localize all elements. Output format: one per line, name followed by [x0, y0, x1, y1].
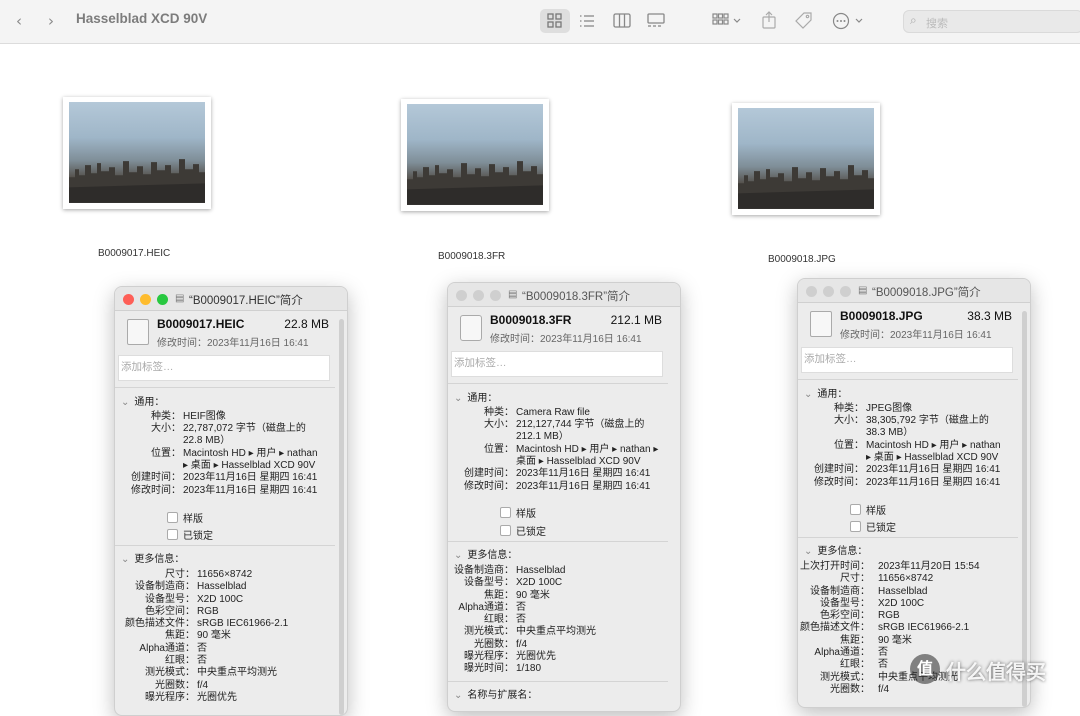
finder-toolbar: ‹ › Hasselblad XCD 90V ⌕ 搜索: [0, 0, 1080, 44]
locked-checkbox[interactable]: 已锁定: [850, 519, 896, 534]
file-name: B0009017.HEIC: [157, 317, 245, 331]
scrollbar[interactable]: [1022, 311, 1027, 707]
icon-view-icon: [547, 13, 562, 28]
panel-title: “B0009018.JPG”简介: [872, 287, 981, 299]
panel-titlebar: ▤ “B0009018.3FR”简介: [448, 283, 680, 307]
watermark-logo: 值 什么值得买: [908, 652, 1078, 688]
minimize-button[interactable]: [473, 290, 484, 301]
scrollbar[interactable]: [339, 319, 344, 715]
close-button[interactable]: [123, 294, 134, 305]
close-button[interactable]: [806, 286, 817, 297]
cityscape-photo: [69, 102, 205, 203]
tags-placeholder: 添加标签…: [121, 361, 174, 373]
divider: [798, 537, 1018, 538]
forward-icon[interactable]: ›: [48, 11, 54, 31]
window-title: Hasselblad XCD 90V: [76, 11, 208, 26]
cityscape-photo: [407, 104, 543, 205]
info-panel-jpg: ▤ “B0009018.JPG”简介 B0009018.JPG 38.3 MB …: [797, 278, 1031, 708]
document-icon: ▤: [508, 289, 518, 300]
divider: [798, 379, 1018, 380]
file-thumbnail[interactable]: [732, 103, 880, 215]
file-name: B0009018.JPG: [840, 309, 923, 323]
locked-checkbox[interactable]: 已锁定: [500, 523, 546, 538]
section-more-info[interactable]: 更多信息：: [804, 542, 867, 557]
back-icon[interactable]: ‹: [16, 11, 22, 31]
modified-date: 修改时间：2023年11月16日 16:41: [840, 330, 992, 341]
heic-file-icon: [127, 319, 149, 345]
file-size: 212.1 MB: [610, 313, 662, 327]
close-button[interactable]: [456, 290, 467, 301]
tags-field[interactable]: 添加标签…: [801, 347, 1013, 373]
raw-file-icon: [460, 315, 482, 341]
column-view-icon[interactable]: [613, 13, 631, 29]
file-name[interactable]: B0009018.3FR: [438, 251, 505, 262]
divider: [448, 681, 668, 682]
search-icon: ⌕: [910, 13, 917, 27]
group-icon[interactable]: [712, 13, 742, 29]
file-size: 38.3 MB: [967, 309, 1012, 323]
tags-field[interactable]: 添加标签…: [451, 351, 663, 377]
zoom-button[interactable]: [490, 290, 501, 301]
divider: [115, 387, 335, 388]
section-general[interactable]: 通用：: [121, 393, 164, 408]
search-placeholder: 搜索: [926, 17, 948, 30]
list-view-icon[interactable]: [579, 13, 595, 29]
jpeg-file-icon: [810, 311, 832, 337]
zoom-button[interactable]: [840, 286, 851, 297]
panel-title: “B0009018.3FR”简介: [522, 291, 631, 303]
minimize-button[interactable]: [823, 286, 834, 297]
stationery-checkbox[interactable]: 样版: [500, 505, 536, 520]
share-icon[interactable]: [762, 11, 776, 29]
section-general[interactable]: 通用：: [454, 389, 497, 404]
section-more-info[interactable]: 更多信息：: [454, 546, 517, 561]
panel-title: “B0009017.HEIC”简介: [189, 295, 303, 307]
document-icon: ▤: [858, 285, 868, 296]
section-general[interactable]: 通用：: [804, 385, 847, 400]
section-more-info[interactable]: 更多信息：: [121, 550, 184, 565]
watermark-badge: 值: [910, 654, 940, 684]
file-name[interactable]: B0009018.JPG: [768, 254, 836, 265]
tag-icon[interactable]: [795, 12, 813, 30]
cityscape-photo: [738, 108, 874, 209]
more-icon[interactable]: [832, 12, 864, 30]
tags-field[interactable]: 添加标签…: [118, 355, 330, 381]
search-field[interactable]: ⌕ 搜索: [903, 10, 1080, 33]
stationery-checkbox[interactable]: 样版: [167, 510, 203, 525]
locked-checkbox[interactable]: 已锁定: [167, 527, 213, 542]
watermark-text: 什么值得买: [946, 660, 1046, 684]
file-name[interactable]: B0009017.HEIC: [98, 248, 170, 259]
stationery-checkbox[interactable]: 样版: [850, 502, 886, 517]
section-name-extension[interactable]: 名称与扩展名：: [454, 686, 537, 701]
panel-titlebar: ▤ “B0009018.JPG”简介: [798, 279, 1030, 303]
info-panel-heic: ▤ “B0009017.HEIC”简介 B0009017.HEIC 22.8 M…: [114, 286, 348, 716]
divider: [448, 383, 668, 384]
file-thumbnail[interactable]: [63, 97, 211, 209]
divider: [115, 545, 335, 546]
file-thumbnail[interactable]: [401, 99, 549, 211]
minimize-button[interactable]: [140, 294, 151, 305]
panel-titlebar: ▤ “B0009017.HEIC”简介: [115, 287, 347, 311]
zoom-button[interactable]: [157, 294, 168, 305]
file-name: B0009018.3FR: [490, 313, 572, 327]
info-panel-3fr: ▤ “B0009018.3FR”简介 B0009018.3FR 212.1 MB…: [447, 282, 681, 712]
modified-date: 修改时间：2023年11月16日 16:41: [157, 338, 309, 349]
file-size: 22.8 MB: [284, 317, 329, 331]
tags-placeholder: 添加标签…: [804, 353, 857, 365]
modified-date: 修改时间：2023年11月16日 16:41: [490, 334, 642, 345]
tags-placeholder: 添加标签…: [454, 357, 507, 369]
document-icon: ▤: [175, 293, 185, 304]
divider: [448, 541, 668, 542]
gallery-view-icon[interactable]: [647, 13, 665, 29]
